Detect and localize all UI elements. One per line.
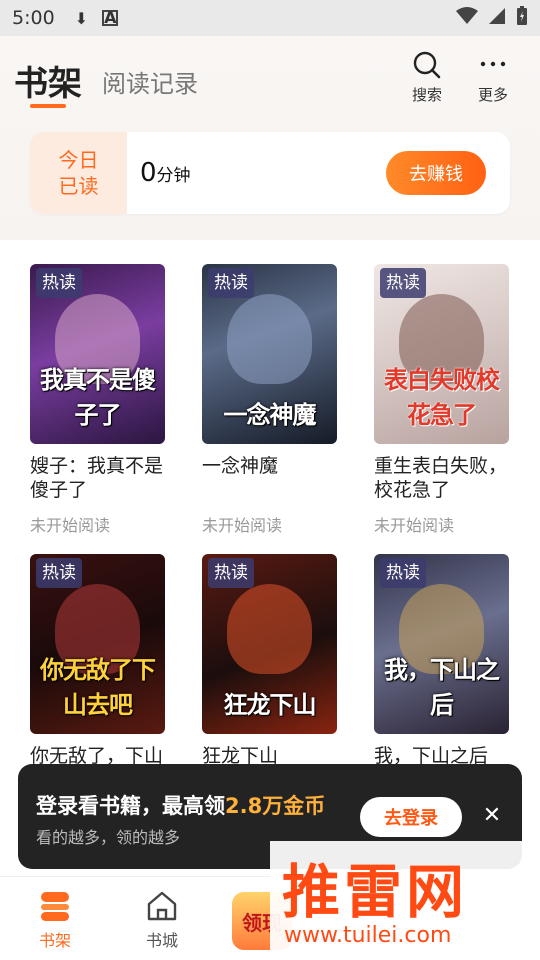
book-cover[interactable]: 热读 我真不是傻子了 bbox=[30, 264, 165, 444]
cover-art bbox=[227, 584, 312, 674]
today-minutes-value: 0 bbox=[140, 158, 157, 188]
hot-tag: 热读 bbox=[380, 268, 426, 298]
cover-title: 我真不是傻子了 bbox=[40, 366, 156, 429]
book-title[interactable]: 重生表白失败，校花急了 bbox=[374, 454, 514, 502]
hot-tag: 热读 bbox=[36, 558, 82, 588]
battery-icon bbox=[516, 5, 528, 31]
active-tab-indicator bbox=[30, 104, 66, 108]
login-button[interactable]: 去登录 bbox=[360, 797, 462, 837]
cover-art bbox=[227, 294, 312, 384]
signal-icon bbox=[488, 7, 506, 30]
book-status: 未开始阅读 bbox=[30, 516, 111, 535]
hot-tag: 热读 bbox=[380, 558, 426, 588]
book-status: 未开始阅读 bbox=[374, 516, 455, 535]
more-button[interactable]: 更多 bbox=[468, 50, 518, 105]
watermark: 推雷网 www.tuilei.com bbox=[270, 841, 540, 960]
book-item[interactable]: 热读 表白失败校花急了 重生表白失败，校花急了 未开始阅读 bbox=[374, 264, 514, 536]
book-item[interactable]: 热读 我真不是傻子了 嫂子：我真不是傻子了 未开始阅读 bbox=[30, 264, 170, 536]
today-reading-card: 今日 已读 0分钟 去赚钱 bbox=[30, 132, 510, 214]
book-item[interactable]: 热读 我，下山之后 我，下山之后 bbox=[374, 554, 514, 792]
hot-tag: 热读 bbox=[208, 558, 254, 588]
search-button[interactable]: 搜索 bbox=[402, 50, 452, 105]
today-label-line1: 今日 bbox=[58, 148, 99, 172]
book-item[interactable]: 热读 一念神魔 一念神魔 未开始阅读 bbox=[202, 264, 342, 536]
tab-reading-history[interactable]: 阅读记录 bbox=[102, 64, 198, 99]
hot-tag: 热读 bbox=[36, 268, 82, 298]
download-icon: ⬇ bbox=[74, 8, 89, 28]
home-icon bbox=[122, 889, 202, 927]
watermark-url: www.tuilei.com bbox=[284, 923, 452, 948]
watermark-logo: 推雷网 bbox=[282, 858, 469, 926]
book-cover[interactable]: 热读 狂龙下山 bbox=[202, 554, 337, 734]
app-notification-icon: A bbox=[102, 8, 119, 27]
today-read-label: 今日 已读 bbox=[30, 132, 127, 214]
wifi-icon bbox=[456, 6, 478, 30]
book-item[interactable]: 热读 狂龙下山 狂龙下山 bbox=[202, 554, 342, 792]
more-dots-icon bbox=[468, 50, 518, 84]
book-cover[interactable]: 热读 你无敌了下山去吧 bbox=[30, 554, 165, 734]
nav-bookshelf-label: 书架 bbox=[38, 931, 71, 950]
status-time: 5:00 bbox=[12, 7, 55, 29]
book-status: 未开始阅读 bbox=[202, 516, 283, 535]
nav-bookstore-label: 书城 bbox=[145, 931, 178, 950]
login-title-highlight: 2.8万金币 bbox=[225, 794, 326, 818]
search-icon bbox=[402, 50, 452, 84]
search-label: 搜索 bbox=[411, 86, 442, 104]
login-title-prefix: 登录看书籍，最高领 bbox=[36, 794, 225, 818]
book-cover[interactable]: 热读 表白失败校花急了 bbox=[374, 264, 509, 444]
more-label: 更多 bbox=[477, 86, 508, 104]
book-cover[interactable]: 热读 一念神魔 bbox=[202, 264, 337, 444]
bookshelf-icon bbox=[15, 889, 95, 927]
close-icon[interactable]: ✕ bbox=[478, 802, 506, 830]
today-label-line2: 已读 bbox=[58, 174, 99, 198]
book-title[interactable]: 一念神魔 bbox=[202, 454, 342, 502]
book-title[interactable]: 嫂子：我真不是傻子了 bbox=[30, 454, 170, 502]
earn-money-button[interactable]: 去赚钱 bbox=[386, 151, 486, 195]
nav-bookshelf[interactable]: 书架 bbox=[15, 889, 95, 951]
tab-bookshelf[interactable]: 书架 bbox=[14, 56, 82, 105]
status-bar: 5:00 ⬇ A bbox=[0, 0, 540, 36]
book-item[interactable]: 热读 你无敌了下山去吧 你无敌了，下山去吧 bbox=[30, 554, 170, 792]
login-promo-title: 登录看书籍，最高领2.8万金币 bbox=[36, 790, 325, 820]
today-read-minutes: 0分钟 bbox=[140, 158, 191, 188]
cover-title: 一念神魔 bbox=[223, 401, 317, 429]
cover-title: 表白失败校花急了 bbox=[384, 366, 500, 429]
today-minutes-unit: 分钟 bbox=[156, 166, 191, 186]
book-cover[interactable]: 热读 我，下山之后 bbox=[374, 554, 509, 734]
login-promo-subtitle: 看的越多，领的越多 bbox=[36, 828, 181, 847]
nav-bookstore[interactable]: 书城 bbox=[122, 889, 202, 951]
cover-title: 狂龙下山 bbox=[223, 691, 317, 719]
cover-title: 我，下山之后 bbox=[384, 656, 500, 719]
cover-title: 你无敌了下山去吧 bbox=[40, 656, 156, 719]
hot-tag: 热读 bbox=[208, 268, 254, 298]
